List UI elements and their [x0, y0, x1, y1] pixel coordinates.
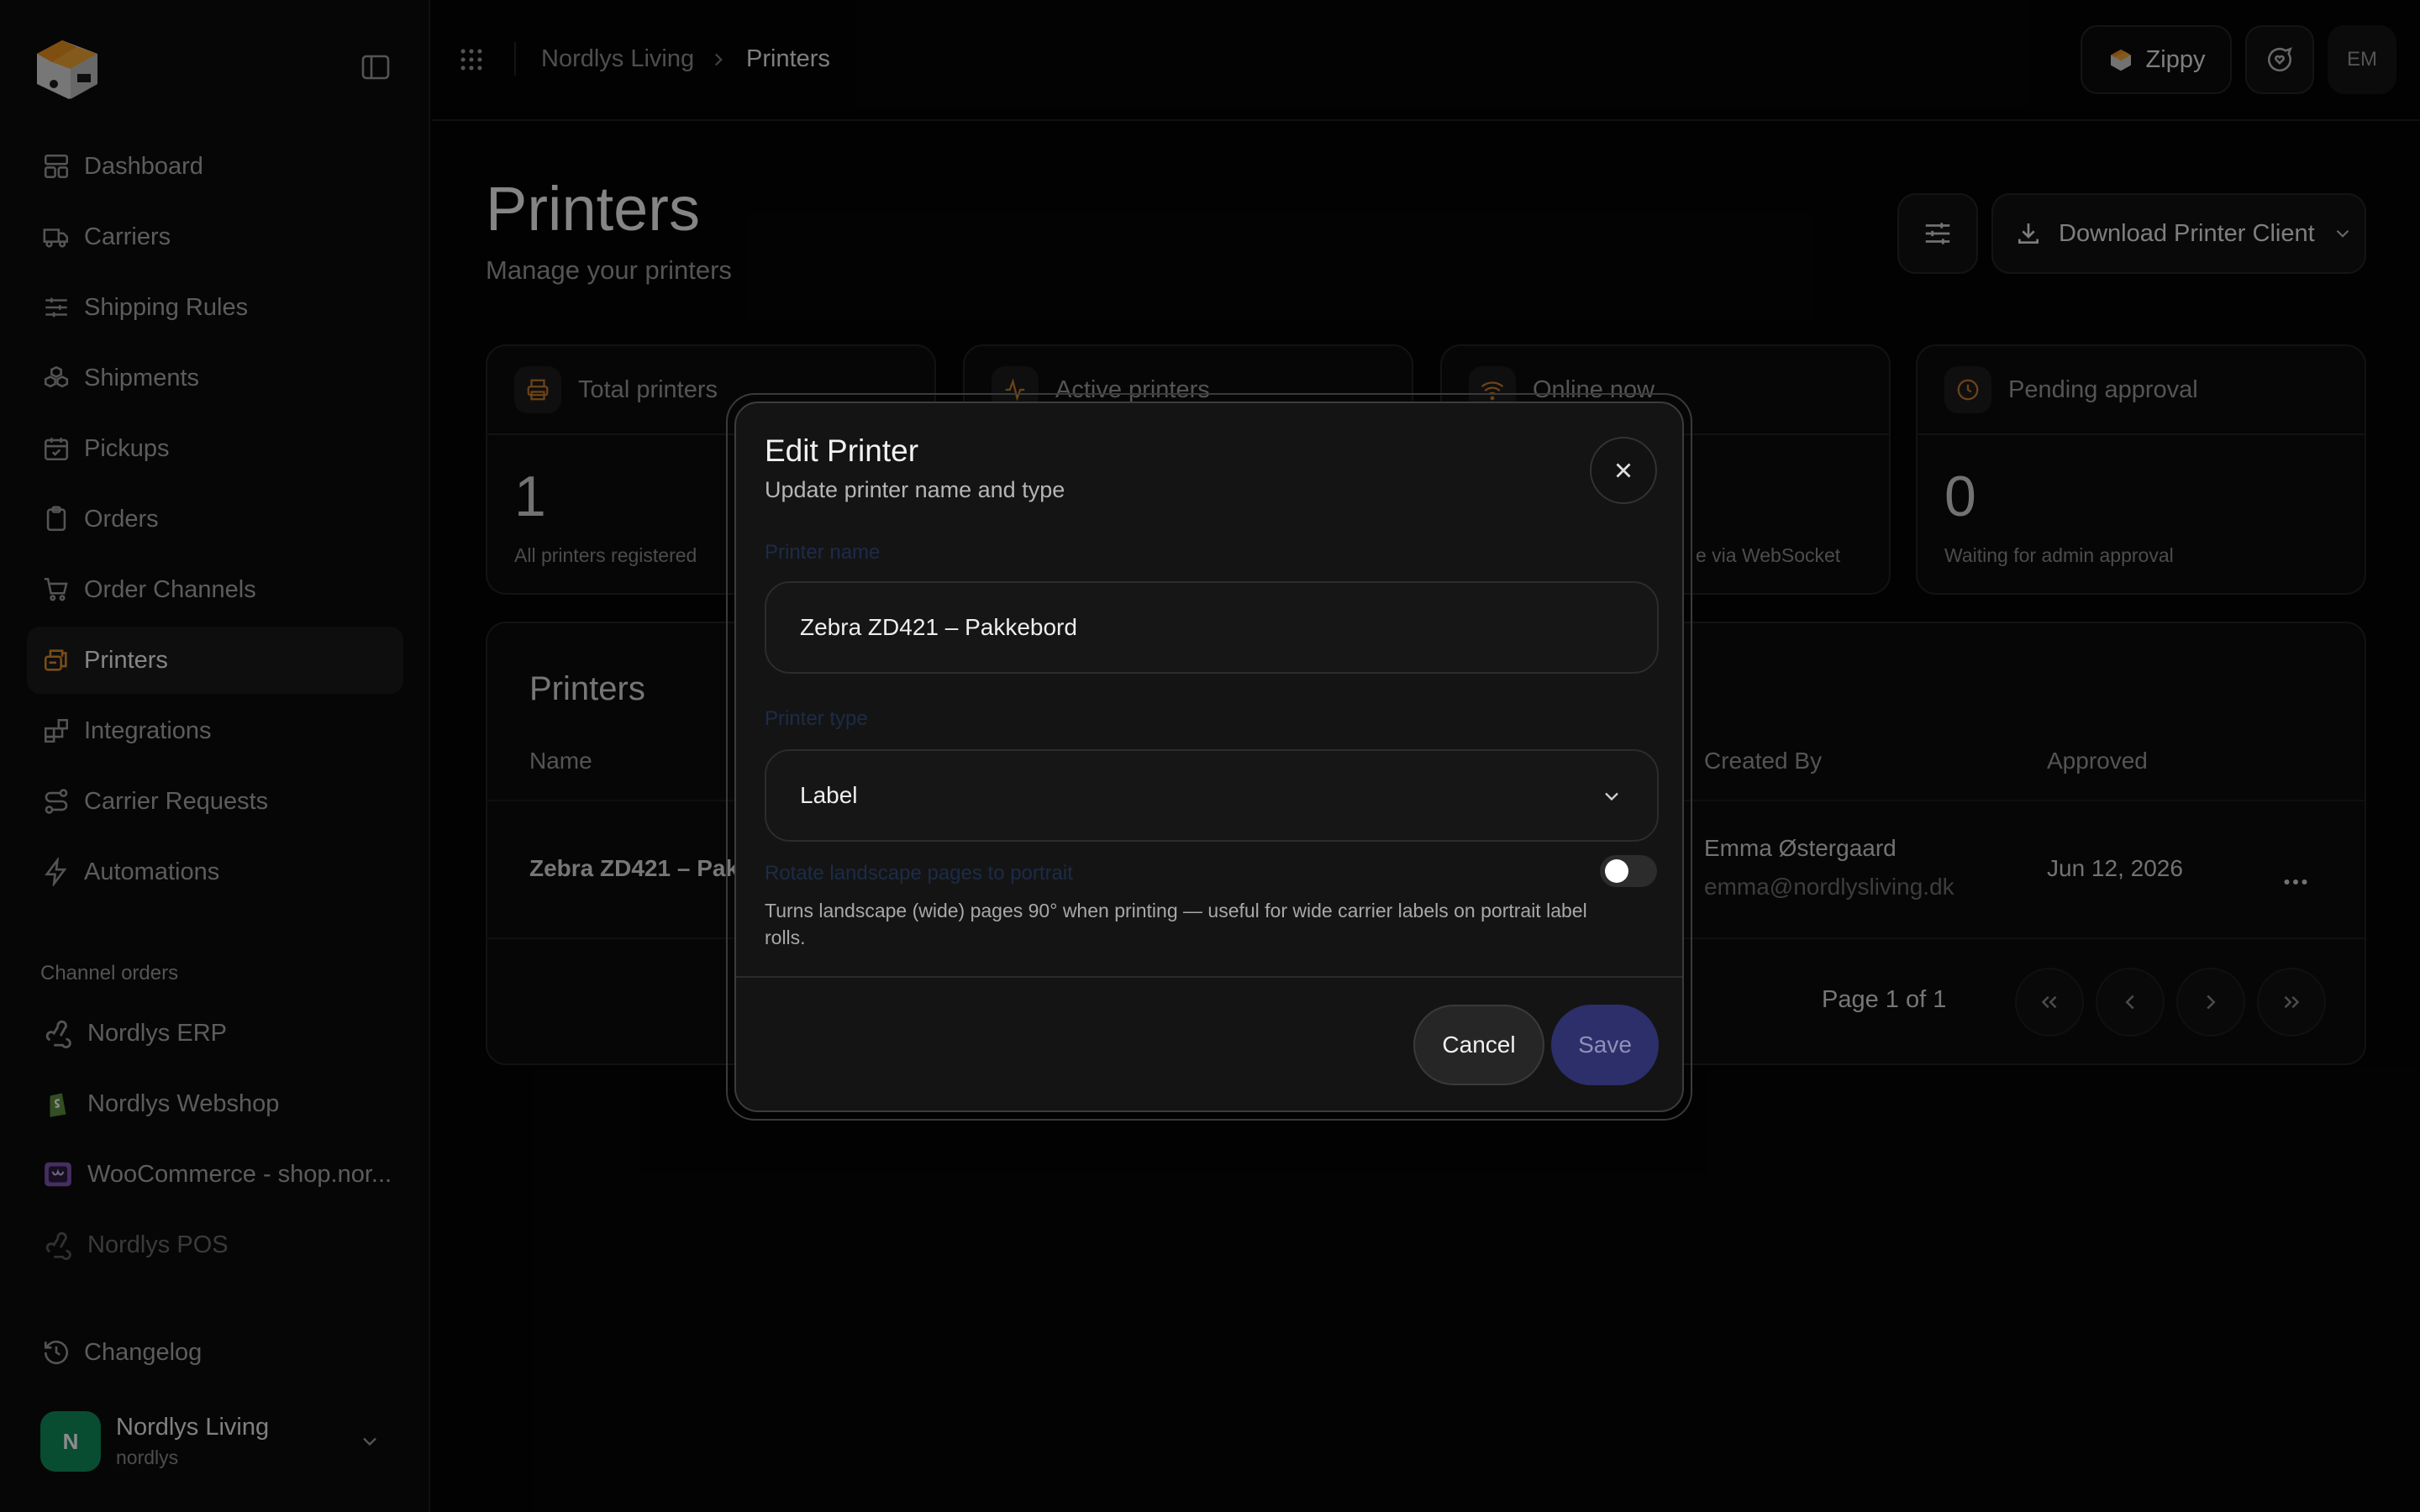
toggle-knob: [1605, 859, 1628, 883]
printer-type-label: Printer type: [765, 707, 868, 730]
save-button[interactable]: Save: [1551, 1005, 1659, 1085]
rotate-landscape-toggle[interactable]: [1600, 855, 1657, 887]
rotate-landscape-help: Turns landscape (wide) pages 90° when pr…: [765, 900, 1587, 948]
chevron-down-icon: [1600, 785, 1623, 808]
rotate-landscape-label: Rotate landscape pages to portrait: [765, 862, 1073, 885]
printer-name-label: Printer name: [765, 541, 881, 564]
edit-printer-dialog: Edit Printer Update printer name and typ…: [734, 402, 1684, 1112]
cancel-button[interactable]: Cancel: [1413, 1005, 1544, 1085]
dialog-title: Edit Printer: [765, 433, 919, 468]
dialog-subtitle: Update printer name and type: [765, 477, 1065, 502]
printer-type-select[interactable]: Label: [765, 749, 1659, 842]
close-button[interactable]: [1590, 437, 1657, 504]
divider: [736, 976, 1682, 978]
printer-type-value: Label: [800, 782, 858, 808]
close-icon: [1611, 458, 1636, 483]
printer-name-input[interactable]: Zebra ZD421 – Pakkebord: [765, 581, 1659, 674]
